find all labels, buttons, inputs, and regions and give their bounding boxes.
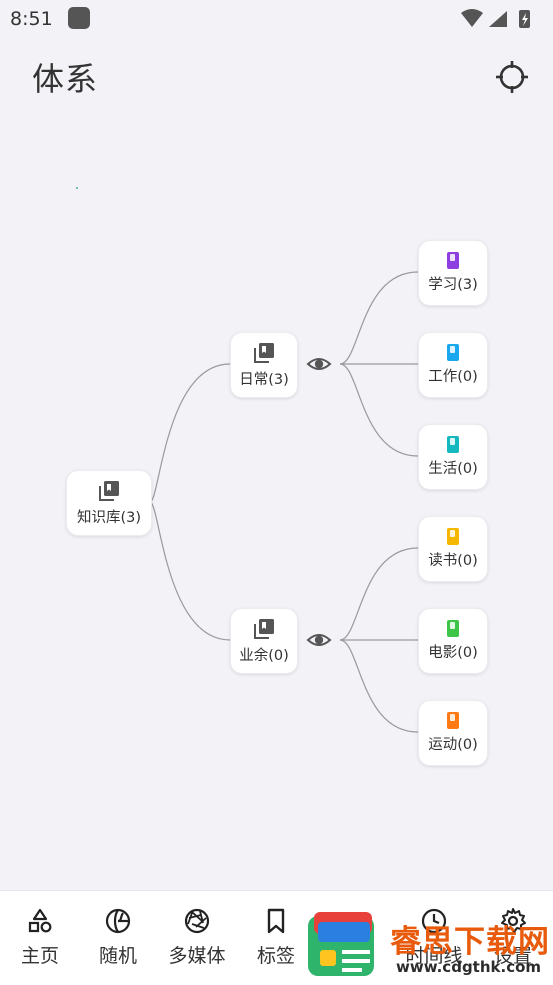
nav-label: 多媒体 (168, 945, 226, 967)
notebook-icon (447, 436, 459, 453)
node-leaf-life[interactable]: 生活(0) (418, 424, 488, 490)
node-label: 知识库(3) (76, 509, 142, 526)
nav-label: 标签 (256, 945, 295, 967)
eye-icon[interactable] (306, 627, 332, 653)
node-group-hobby[interactable]: 业余(0) (230, 608, 298, 674)
notebook-icon (447, 620, 459, 637)
node-root[interactable]: 知识库(3) (66, 470, 152, 536)
aperture-icon (184, 908, 210, 934)
node-label: 日常(3) (239, 371, 289, 388)
nav-media[interactable]: 多媒体 (158, 907, 236, 968)
node-leaf-movies[interactable]: 电影(0) (418, 608, 488, 674)
bookmark-icon (267, 908, 285, 934)
node-label: 生活(0) (428, 461, 478, 477)
node-leaf-work[interactable]: 工作(0) (418, 332, 488, 398)
random-icon (105, 908, 131, 934)
node-label: 业余(0) (239, 647, 289, 664)
nav-label: 主页 (20, 945, 59, 967)
nav-random[interactable]: 随机 (79, 907, 157, 968)
mindmap: 知识库(3) 日常(3) 业余(0) 学习(3) 工作(0) 生活(0) 读书(… (0, 0, 553, 984)
eye-icon[interactable] (306, 351, 332, 377)
node-label: 读书(0) (428, 553, 478, 569)
node-leaf-study[interactable]: 学习(3) (418, 240, 488, 306)
node-leaf-reading[interactable]: 读书(0) (418, 516, 488, 582)
notebook-icon (447, 712, 459, 729)
library-icon (254, 618, 274, 639)
node-label: 学习(3) (428, 277, 478, 293)
nav-label: 随机 (98, 945, 137, 967)
library-icon (99, 480, 119, 501)
watermark: 睿思下载网 www.cdgthk.com (306, 906, 553, 984)
node-label: 运动(0) (428, 737, 478, 753)
watermark-url: www.cdgthk.com (396, 958, 542, 976)
notebook-icon (447, 344, 459, 361)
library-icon (254, 342, 274, 363)
notebook-icon (447, 528, 459, 545)
notebook-icon (447, 252, 459, 269)
shapes-icon (28, 908, 52, 933)
watermark-title: 睿思下载网 (390, 924, 550, 960)
nav-tags[interactable]: 标签 (237, 907, 315, 968)
node-label: 工作(0) (428, 369, 478, 385)
node-leaf-sports[interactable]: 运动(0) (418, 700, 488, 766)
node-group-daily[interactable]: 日常(3) (230, 332, 298, 398)
watermark-logo (308, 912, 374, 976)
node-label: 电影(0) (428, 645, 478, 661)
nav-home[interactable]: 主页 (1, 907, 79, 968)
